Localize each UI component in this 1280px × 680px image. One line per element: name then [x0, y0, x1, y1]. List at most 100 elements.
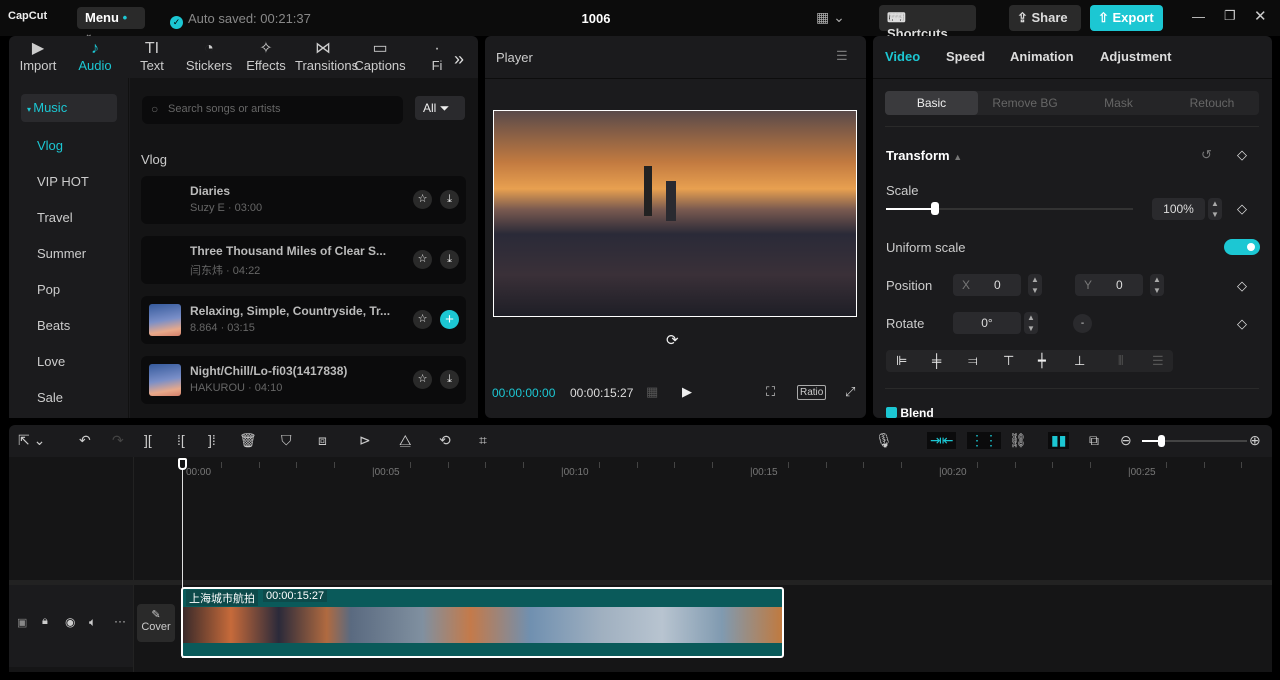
menu-button[interactable]: Menu • ⌄: [77, 7, 145, 39]
tab-text[interactable]: TI Text: [124, 40, 180, 73]
zoom-slider-knob[interactable]: [1158, 435, 1165, 447]
tab-adjustment[interactable]: Adjustment: [1100, 49, 1172, 64]
playhead-handle[interactable]: [178, 458, 187, 470]
crop-icon[interactable]: ⌗: [479, 432, 487, 449]
fit-icon[interactable]: ⛶: [766, 384, 775, 400]
preview-axis-icon[interactable]: ▮▮: [1048, 432, 1070, 449]
category-item[interactable]: Summer: [21, 240, 117, 268]
split-icon[interactable]: ][: [144, 432, 152, 448]
reverse-icon[interactable]: ⊳: [359, 432, 371, 449]
add-icon[interactable]: +: [440, 310, 459, 329]
distribute-v-icon[interactable]: ☰: [1152, 353, 1164, 369]
scale-input[interactable]: 100%: [1152, 198, 1205, 220]
category-item[interactable]: Sale: [21, 384, 117, 412]
tab-import[interactable]: ▶ Import: [10, 40, 66, 73]
subtab-mask[interactable]: Mask: [1072, 91, 1165, 115]
align-top-icon[interactable]: ⊤: [1003, 353, 1014, 369]
align-middle-icon[interactable]: ┿: [1038, 353, 1046, 369]
rotate-icon[interactable]: ⟲: [439, 432, 451, 449]
scale-slider[interactable]: [886, 202, 1133, 215]
scale-slider-knob[interactable]: [931, 202, 940, 215]
minimize-icon[interactable]: —: [1192, 9, 1205, 24]
scale-stepper[interactable]: ▲ ▼: [1208, 198, 1222, 220]
align-left-icon[interactable]: ⊫: [896, 353, 907, 369]
zoom-slider[interactable]: [1142, 435, 1247, 447]
redo-icon[interactable]: ↷: [112, 432, 124, 449]
fullscreen-icon[interactable]: ⤢: [845, 384, 855, 400]
mirror-icon[interactable]: ⧋: [399, 432, 412, 449]
lock-icon[interactable]: 🔒︎: [42, 615, 48, 628]
keyframe-icon[interactable]: ◇: [1237, 201, 1247, 217]
microphone-icon[interactable]: 🎙: [875, 432, 893, 449]
favorite-icon[interactable]: ☆: [413, 190, 432, 209]
main-track-magnet-icon[interactable]: ⇥⇤: [927, 432, 957, 449]
position-y-stepper[interactable]: ▲ ▼: [1150, 274, 1164, 296]
tab-stickers[interactable]: ◔ Stickers: [181, 40, 237, 73]
link-icon[interactable]: ⛓: [1009, 432, 1027, 449]
blend-checkbox[interactable]: [886, 407, 897, 418]
song-item[interactable]: Night/Chill/Lo-fi03(1417838) HAKUROU · 04…: [141, 356, 466, 404]
more-icon[interactable]: ···: [114, 614, 126, 628]
category-item[interactable]: Pop: [21, 276, 117, 304]
category-item[interactable]: Travel: [21, 204, 117, 232]
keyframe-icon[interactable]: ◇: [1237, 316, 1247, 332]
download-icon[interactable]: ⤓: [440, 190, 459, 209]
category-item[interactable]: Beats: [21, 312, 117, 340]
ratio-button[interactable]: Ratio: [797, 385, 827, 400]
keyframe-icon[interactable]: ◇: [1237, 147, 1247, 163]
layout-icon[interactable]: ▦ ⌄: [816, 9, 845, 26]
tab-animation[interactable]: Animation: [1010, 49, 1074, 64]
category-item[interactable]: VIP HOT: [21, 168, 117, 196]
player-menu-icon[interactable]: ☰: [836, 48, 848, 64]
rotate-input[interactable]: 0°: [953, 312, 1021, 334]
play-button[interactable]: ▶: [682, 384, 692, 400]
share-button[interactable]: ⇪ Share: [1009, 5, 1081, 31]
category-item[interactable]: ▾ Music: [21, 94, 117, 122]
align-center-h-icon[interactable]: ╪: [932, 353, 941, 368]
blend-heading[interactable]: Blend: [886, 406, 934, 420]
split-right-icon[interactable]: ]⁞: [208, 432, 216, 448]
split-left-icon[interactable]: ⁞[: [177, 432, 185, 448]
align-bottom-icon[interactable]: ⊥: [1074, 353, 1085, 369]
delete-icon[interactable]: 🗑: [239, 432, 257, 449]
marker-icon[interactable]: ⛉: [281, 432, 292, 449]
subtab-basic[interactable]: Basic: [885, 91, 978, 115]
video-clip[interactable]: 上海城市航拍 00:00:15:27: [181, 587, 784, 658]
tab-effects[interactable]: ✧ Effects: [238, 40, 294, 73]
rotate-stepper[interactable]: ▲ ▼: [1024, 312, 1038, 334]
grid-icon[interactable]: ▦: [646, 384, 658, 400]
align-right-icon[interactable]: ⫤: [968, 353, 978, 369]
favorite-icon[interactable]: ☆: [413, 310, 432, 329]
tab-captions[interactable]: ▭ Captions: [352, 40, 408, 73]
select-tool-icon[interactable]: ⇱ ⌄: [18, 432, 45, 449]
rotate-handle-icon[interactable]: ⟳: [666, 331, 679, 349]
auto-snap-icon[interactable]: ⋮⋮: [967, 432, 1001, 449]
transform-heading[interactable]: Transform ▲: [886, 148, 962, 163]
filter-button[interactable]: All ⏷: [415, 96, 465, 120]
download-icon[interactable]: ⤓: [440, 370, 459, 389]
eye-icon[interactable]: ◉: [65, 615, 75, 629]
song-item[interactable]: Three Thousand Miles of Clear S... 闫东炜 · …: [141, 236, 466, 284]
position-x-stepper[interactable]: ▲ ▼: [1028, 274, 1042, 296]
tab-speed[interactable]: Speed: [946, 49, 985, 64]
more-tabs-icon[interactable]: »: [454, 49, 464, 70]
tab-transitions[interactable]: ⋈ Transitions: [295, 40, 358, 73]
download-icon[interactable]: ⤓: [440, 250, 459, 269]
cover-button[interactable]: ✎ Cover: [137, 604, 175, 642]
position-x-input[interactable]: X0: [953, 274, 1021, 296]
favorite-icon[interactable]: ☆: [413, 370, 432, 389]
freeze-icon[interactable]: ⧈: [318, 432, 327, 449]
song-item[interactable]: Diaries Suzy E · 03:00 ☆ ⤓: [141, 176, 466, 224]
export-button[interactable]: ⇧ Export: [1090, 5, 1163, 31]
distribute-h-icon[interactable]: ⫴: [1118, 353, 1123, 369]
tab-audio[interactable]: ♪ Audio: [67, 40, 123, 73]
category-item[interactable]: Love: [21, 348, 117, 376]
zoom-out-icon[interactable]: ⊖: [1120, 432, 1132, 449]
close-icon[interactable]: ✕: [1254, 7, 1267, 25]
subtab-retouch[interactable]: Retouch: [1166, 91, 1259, 115]
video-preview[interactable]: [493, 110, 857, 317]
favorite-icon[interactable]: ☆: [413, 250, 432, 269]
tab-video[interactable]: Video: [885, 49, 920, 64]
zoom-in-icon[interactable]: ⊕: [1249, 432, 1261, 449]
subtab-remove-bg[interactable]: Remove BG: [979, 91, 1072, 115]
